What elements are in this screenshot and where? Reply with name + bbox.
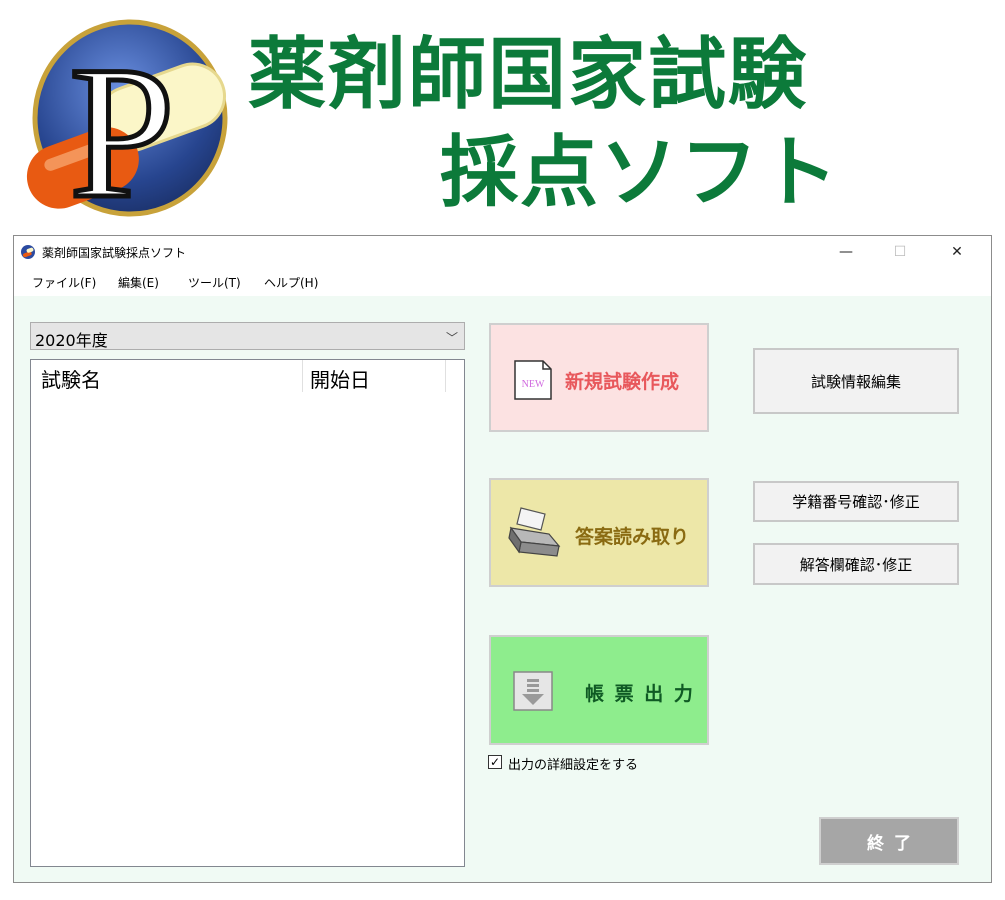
close-button[interactable]: ✕ xyxy=(934,236,980,268)
exit-button[interactable]: 終了 xyxy=(819,817,959,865)
app-logo: P xyxy=(26,19,228,218)
menu-tools[interactable]: ツール(T) xyxy=(188,274,241,291)
menu-file[interactable]: ファイル(F) xyxy=(32,274,96,291)
new-exam-button[interactable]: NEW 新規試験作成 xyxy=(489,323,709,432)
new-icon-text: NEW xyxy=(522,379,545,390)
output-report-button[interactable]: 帳 票 出 力 xyxy=(489,635,709,745)
app-window: 薬剤師国家試験採点ソフト — ☐ ✕ ファイル(F) 編集(E) ツール(T) … xyxy=(13,235,992,883)
scanner-icon xyxy=(508,507,561,557)
edit-exam-info-button[interactable]: 試験情報編集 xyxy=(753,348,959,414)
answer-field-check-button[interactable]: 解答欄確認･修正 xyxy=(753,543,959,585)
app-icon xyxy=(21,245,35,259)
read-answers-label: 答案読み取り xyxy=(575,526,690,548)
read-answers-button[interactable]: 答案読み取り xyxy=(489,478,709,587)
banner-title-line2: 採点ソフト xyxy=(440,128,841,218)
column-header-start-date[interactable]: 開始日 xyxy=(310,364,370,393)
maximize-button[interactable]: ☐ xyxy=(877,236,923,268)
output-report-label: 帳 票 出 力 xyxy=(585,683,695,705)
year-select[interactable]: 2020年度 ﹀ xyxy=(30,322,465,350)
window-title: 薬剤師国家試験採点ソフト xyxy=(42,246,187,260)
minimize-button[interactable]: — xyxy=(823,236,869,268)
column-divider[interactable] xyxy=(445,360,446,392)
exam-list[interactable]: 試験名 開始日 xyxy=(30,359,465,867)
menu-help[interactable]: ヘルプ(H) xyxy=(264,274,318,291)
logo-letter: P xyxy=(69,28,175,218)
title-bar: 薬剤師国家試験採点ソフト — ☐ ✕ xyxy=(14,236,991,268)
new-exam-label: 新規試験作成 xyxy=(565,371,680,393)
download-icon xyxy=(513,671,553,711)
menu-bar: ファイル(F) 編集(E) ツール(T) ヘルプ(H) xyxy=(14,268,991,296)
year-select-value: 2020年度 xyxy=(35,331,108,350)
detail-settings-label[interactable]: 出力の詳細設定をする xyxy=(508,754,638,773)
column-header-exam-name[interactable]: 試験名 xyxy=(41,364,101,393)
column-divider[interactable] xyxy=(302,360,303,392)
detail-settings-checkbox[interactable]: ✓ xyxy=(488,755,502,769)
student-id-check-button[interactable]: 学籍番号確認･修正 xyxy=(753,481,959,522)
new-document-icon: NEW xyxy=(514,360,552,400)
menu-edit[interactable]: 編集(E) xyxy=(118,274,159,291)
banner-title-line1: 薬剤師国家試験 xyxy=(248,30,809,120)
chevron-down-icon: ﹀ xyxy=(445,331,458,345)
